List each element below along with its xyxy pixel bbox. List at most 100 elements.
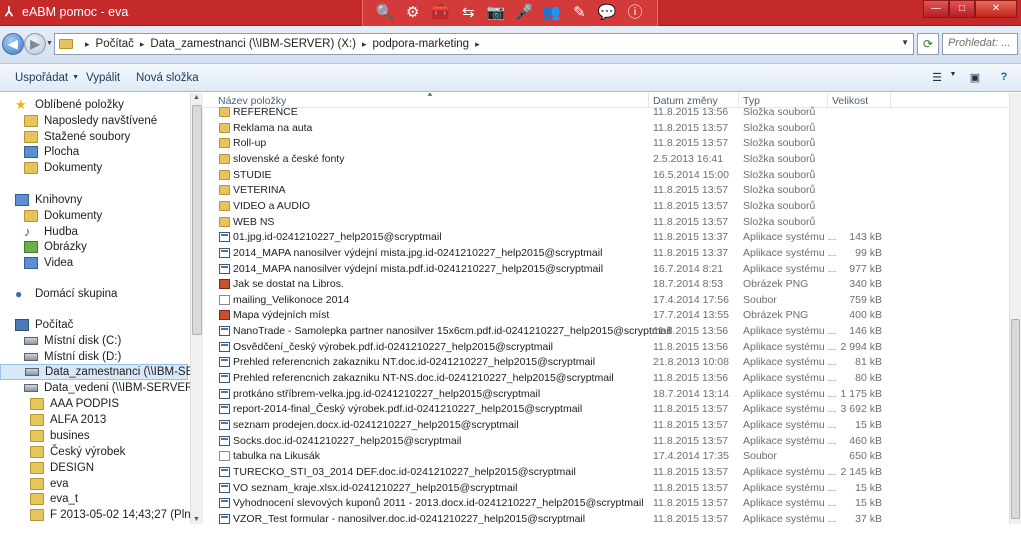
scroll-up-icon[interactable]: ▲ bbox=[193, 94, 200, 101]
nav-subfolder-item[interactable]: eva_t bbox=[30, 491, 78, 507]
refresh-button[interactable]: ⟳ bbox=[917, 33, 939, 55]
organize-button[interactable]: Uspořádat ▼ bbox=[15, 72, 79, 84]
file-date: 11.8.2015 13:56 bbox=[653, 340, 729, 353]
nav-libraries[interactable]: Knihovny bbox=[15, 192, 82, 208]
chat-tool-icon[interactable]: 💬 bbox=[597, 3, 617, 23]
file-row[interactable]: mailing_Velikonoce 2014 17.4.2014 17:56 So… bbox=[216, 293, 996, 309]
back-button[interactable]: ◀ bbox=[2, 33, 24, 55]
scrollbar-thumb[interactable] bbox=[192, 105, 202, 335]
breadcrumb-drive[interactable]: Data_zamestnanci (\\IBM-SERVER) (X:) bbox=[150, 38, 356, 50]
address-bar[interactable]: ▸ Počítač ▸ Data_zamestnanci (\\IBM-SERV… bbox=[54, 33, 914, 55]
nav-subfolder-item[interactable]: eva bbox=[30, 476, 69, 492]
search-tool-icon[interactable]: 🔍 bbox=[375, 3, 395, 23]
nav-favorite-item[interactable]: Dokumenty bbox=[24, 160, 102, 176]
file-row[interactable]: Osvědčení_český výrobek.pdf.id-024121022… bbox=[216, 340, 996, 356]
nav-subfolder-item[interactable]: DESIGN bbox=[30, 460, 94, 476]
file-date: 11.8.2015 13:57 bbox=[653, 199, 729, 212]
file-row[interactable]: 2014_MAPA nanosilver výdejní mista.pdf.i… bbox=[216, 262, 996, 278]
nav-drive-item[interactable]: Místní disk (C:) bbox=[24, 333, 121, 349]
pencil-tool-icon[interactable]: ✎ bbox=[569, 3, 589, 23]
image-icon bbox=[24, 241, 38, 254]
recent-pages-dropdown-icon[interactable]: ▼ bbox=[46, 40, 53, 47]
nav-drive-item[interactable]: Místní disk (D:) bbox=[24, 349, 121, 365]
breadcrumb-chevron-icon[interactable]: ▸ bbox=[85, 39, 90, 50]
nav-library-item[interactable]: Videa bbox=[24, 255, 73, 271]
file-type: Soubor bbox=[743, 293, 777, 306]
nav-favorites[interactable]: ★ Oblíbené položky bbox=[15, 97, 124, 113]
maximize-button[interactable]: □ bbox=[949, 0, 975, 18]
camera-tool-icon[interactable]: 📷 bbox=[486, 3, 506, 23]
close-button[interactable]: ✕ bbox=[975, 0, 1017, 18]
file-row[interactable]: report-2014-final_Český výrobek.pdf.id-0… bbox=[216, 402, 996, 418]
help-icon[interactable]: ? bbox=[993, 71, 1015, 87]
library-icon bbox=[15, 194, 29, 206]
file-row[interactable]: VZOR_Test formular - nanosilver.doc.id-0… bbox=[216, 512, 996, 524]
nav-favorite-item[interactable]: Naposledy navštívené bbox=[24, 113, 157, 129]
folder-row[interactable]: VETERINA 11.8.2015 13:57 Složka souborů bbox=[216, 183, 996, 199]
file-row[interactable]: tabulka na Likusák 17.4.2014 17:35 Soubor 6… bbox=[216, 449, 996, 465]
folder-row[interactable]: STUDIE 16.5.2014 15:00 Složka souborů bbox=[216, 168, 996, 184]
folder-row[interactable]: REFERENCE 11.8.2015 13:56 Složka souborů bbox=[216, 105, 996, 121]
nav-homegroup[interactable]: ● Domácí skupina bbox=[15, 286, 117, 302]
file-name: REFERENCE bbox=[233, 106, 298, 118]
nav-drive-item[interactable]: Data_vedeni (\\IBM-SERVER) (Y:) bbox=[24, 380, 190, 396]
microphone-tool-icon[interactable]: 🎤 bbox=[514, 3, 534, 23]
nav-library-item[interactable]: Obrázky bbox=[24, 239, 87, 255]
nav-subfolder-item[interactable]: ALFA 2013 bbox=[30, 412, 106, 428]
nav-subfolder-item[interactable]: AAA PODPIS bbox=[30, 396, 119, 412]
file-row[interactable]: Vyhodnocení slevových kuponů 2011 - 2013… bbox=[216, 496, 996, 512]
file-date: 16.7.2014 8:21 bbox=[653, 262, 724, 275]
new-folder-button[interactable]: Nová složka bbox=[136, 72, 199, 84]
file-row[interactable]: Prehled referencnich zakazniku NT-NS.doc… bbox=[216, 371, 996, 387]
file-list-scrollbar[interactable] bbox=[1009, 93, 1021, 524]
breadcrumb-chevron-icon[interactable]: ▸ bbox=[362, 39, 367, 50]
breadcrumb-computer[interactable]: Počítač bbox=[96, 38, 134, 50]
file-row[interactable]: seznam prodejen.docx.id-0241210227_help2… bbox=[216, 418, 996, 434]
burn-button[interactable]: Vypálit bbox=[86, 72, 120, 84]
nav-favorite-item[interactable]: Plocha bbox=[24, 144, 79, 160]
file-row[interactable]: Mapa výdejních míst 17.7.2014 13:55 Obráze… bbox=[216, 308, 996, 324]
file-row[interactable]: TURECKO_STI_03_2014 DEF.doc.id-024121022… bbox=[216, 465, 996, 481]
file-date: 11.8.2015 13:57 bbox=[653, 137, 729, 150]
nav-library-item[interactable]: ♪ Hudba bbox=[24, 224, 78, 240]
scrollbar-thumb[interactable] bbox=[1011, 319, 1020, 519]
forward-button[interactable]: ▶ bbox=[24, 33, 46, 55]
nav-drive-item[interactable]: Data_zamestnanci (\\IBM-SERVER) (X:) bbox=[0, 364, 190, 381]
swap-tool-icon[interactable]: ⇆ bbox=[458, 3, 478, 23]
bottom-area bbox=[0, 524, 1021, 552]
file-row[interactable]: protkáno stříbrem-velka.jpg.id-024121022… bbox=[216, 387, 996, 403]
breadcrumb-folder[interactable]: podpora-marketing bbox=[373, 38, 470, 50]
file-row[interactable]: NanoTrade - Samolepka partner nanosilver… bbox=[216, 324, 996, 340]
file-row[interactable]: Prehled referencnich zakazniku NT.doc.id… bbox=[216, 355, 996, 371]
preview-pane-icon[interactable]: ▣ bbox=[964, 71, 986, 87]
nav-library-item[interactable]: Dokumenty bbox=[24, 208, 102, 224]
navigation-scrollbar[interactable]: ▲ ▼ bbox=[190, 93, 203, 524]
address-dropdown-icon[interactable]: ▼ bbox=[901, 38, 909, 47]
folder-row[interactable]: Roll-up 11.8.2015 13:57 Složka souborů bbox=[216, 136, 996, 152]
file-row[interactable]: 2014_MAPA nanosilver výdejní mista.jpg.i… bbox=[216, 246, 996, 262]
nav-subfolder-item[interactable]: busines bbox=[30, 428, 90, 444]
file-row[interactable]: Jak se dostat na Libros. 18.7.2014 8:53 Ob… bbox=[216, 277, 996, 293]
search-input[interactable]: Prohledat: ... bbox=[942, 33, 1018, 55]
nav-subfolder-item[interactable]: F 2013-05-02 14;43;27 (Plná) bbox=[30, 507, 190, 523]
users-tool-icon[interactable]: 👥 bbox=[542, 3, 562, 23]
breadcrumb-chevron-icon[interactable]: ▸ bbox=[475, 39, 480, 50]
settings-tool-icon[interactable]: ⚙ bbox=[403, 3, 423, 23]
folder-row[interactable]: slovenské a české fonty 2.5.2013 16:41 Slo… bbox=[216, 152, 996, 168]
info-tool-icon[interactable]: ⓘ bbox=[625, 3, 645, 23]
folder-row[interactable]: Reklama na auta 11.8.2015 13:57 Složka sou… bbox=[216, 121, 996, 137]
scroll-down-icon[interactable]: ▼ bbox=[193, 516, 200, 523]
minimize-button[interactable]: — bbox=[923, 0, 949, 18]
folder-row[interactable]: WEB NS 11.8.2015 13:57 Složka souborů bbox=[216, 215, 996, 231]
file-row[interactable]: VO seznam_kraje.xlsx.id-0241210227_help2… bbox=[216, 481, 996, 497]
nav-favorite-item[interactable]: Stažené soubory bbox=[24, 129, 130, 145]
file-row[interactable]: Socks.doc.id-0241210227_help2015@scryptm… bbox=[216, 434, 996, 450]
chevron-down-icon[interactable]: ▼ bbox=[942, 71, 964, 87]
file-date: 11.8.2015 13:57 bbox=[653, 497, 729, 510]
nav-subfolder-item[interactable]: Český výrobek bbox=[30, 444, 125, 460]
nav-computer[interactable]: Počítač bbox=[15, 317, 73, 333]
toolbox-tool-icon[interactable]: 🧰 bbox=[430, 3, 450, 23]
breadcrumb-chevron-icon[interactable]: ▸ bbox=[140, 39, 145, 50]
folder-row[interactable]: VIDEO a AUDIO 11.8.2015 13:57 Složka soubo… bbox=[216, 199, 996, 215]
file-row[interactable]: 01.jpg.id-0241210227_help2015@scryptmail… bbox=[216, 230, 996, 246]
